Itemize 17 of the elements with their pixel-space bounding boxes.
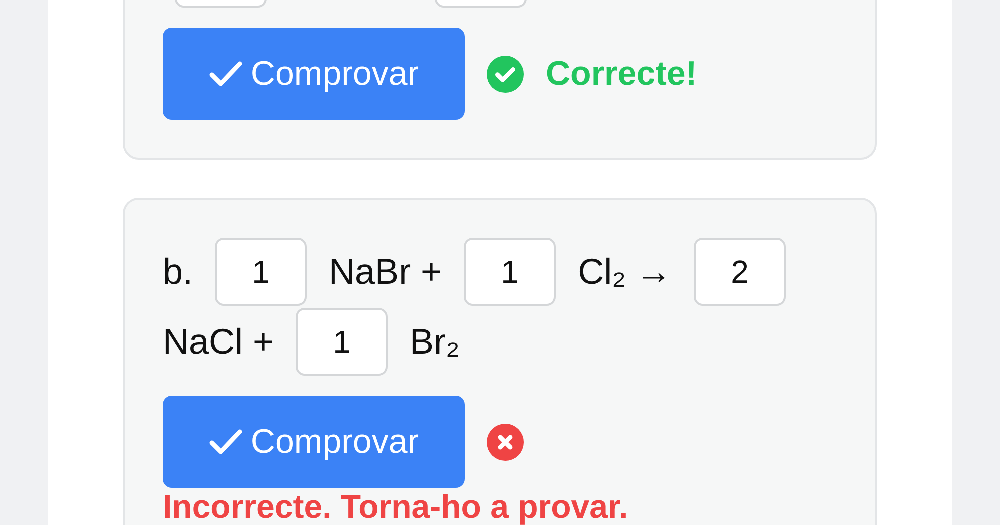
result-message: Incorrecte. Torna-ho a provar.	[163, 490, 630, 523]
coefficient-field[interactable]: 1	[215, 238, 308, 306]
result-message: Correcte!	[546, 54, 698, 94]
equation-text: NaCl +	[163, 321, 274, 363]
check-button[interactable]: Comprovar	[163, 28, 465, 120]
equation-text: b.	[163, 251, 194, 293]
equation-text: Cl₂ →	[578, 251, 672, 293]
equation-text: NaBr +	[329, 251, 442, 293]
checkmark-icon	[208, 60, 243, 88]
coefficient-field[interactable]: 1	[296, 308, 388, 376]
check-circle-icon	[487, 56, 524, 92]
coefficient-field[interactable]: 2	[694, 238, 786, 306]
coefficient-field[interactable]: 1	[464, 238, 556, 306]
checkmark-icon	[208, 428, 243, 456]
error-circle-icon	[487, 424, 524, 460]
equation-text: Br₂	[410, 321, 460, 363]
check-button[interactable]: Comprovar	[163, 396, 465, 488]
